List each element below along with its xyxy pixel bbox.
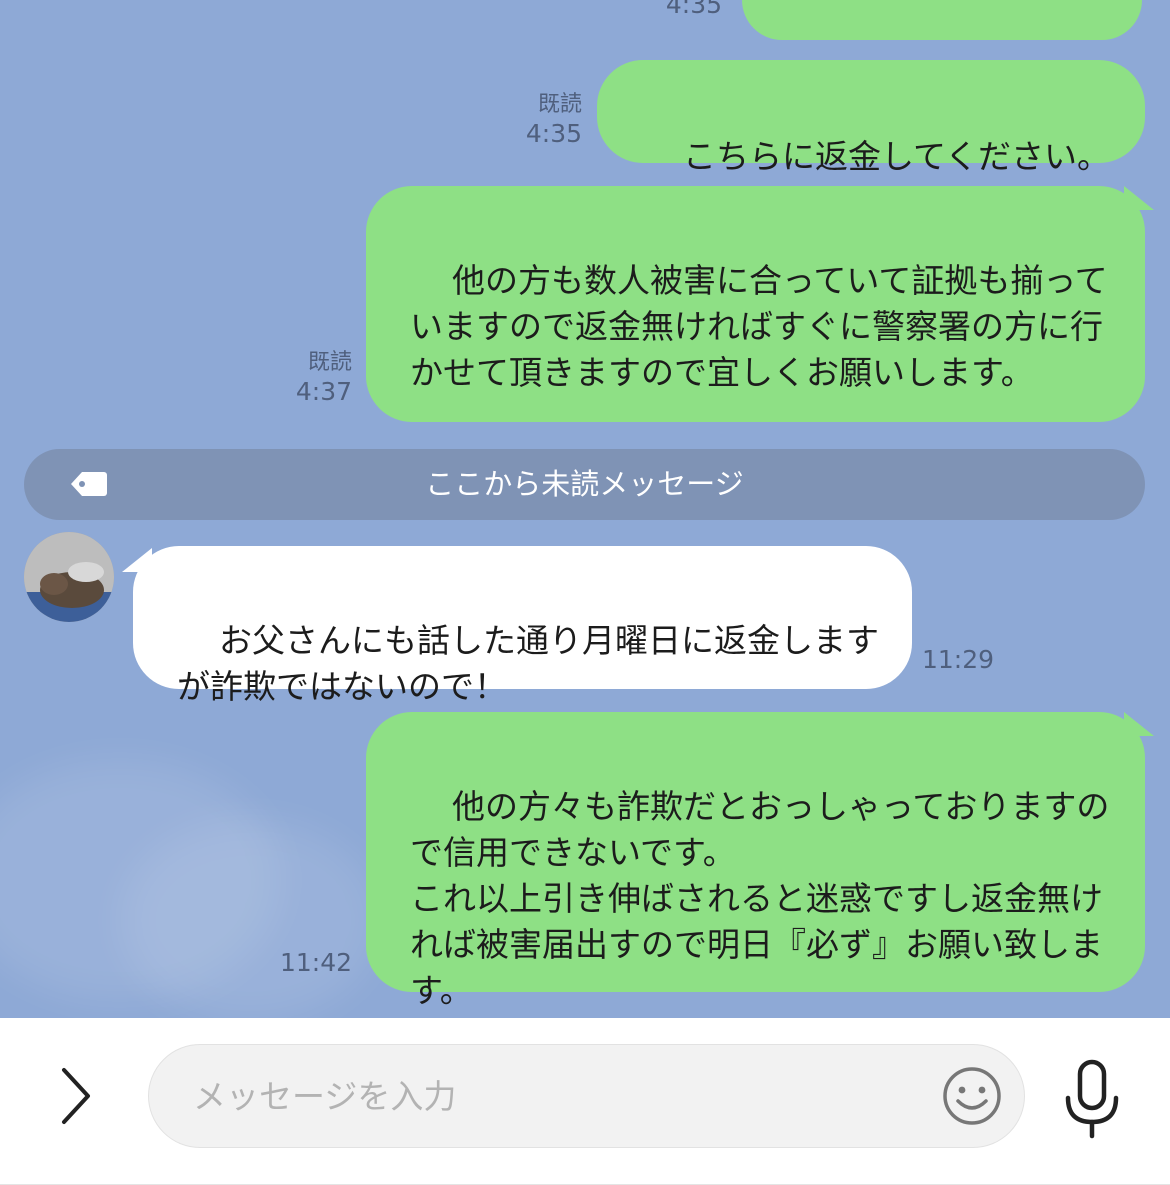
message-meta: 11:29 <box>922 645 995 674</box>
unread-divider: ここから未読メッセージ <box>24 449 1145 520</box>
message-time: 4:37 <box>295 377 352 406</box>
message-text: お父さんにも話した通り月曜日に返金しますが詐欺ではないので！ <box>177 621 879 706</box>
message-time: 4:35 <box>665 0 722 19</box>
message-meta: 既読 4:37 <box>270 348 352 406</box>
message-meta: 既読 4:35 <box>500 90 582 148</box>
read-receipt: 既読 <box>307 350 352 375</box>
background-cloud <box>120 820 380 1018</box>
message-bubble-outgoing[interactable]: 他の方も数人被害に合っていて証拠も揃っていますので返金無ければすぐに警察署の方に… <box>366 186 1145 422</box>
message-meta: 11:42 <box>270 948 352 977</box>
bubble-tail <box>1124 712 1154 736</box>
bubble-tail <box>1124 186 1154 210</box>
message-time: 11:42 <box>279 948 352 977</box>
message-bubble-partial[interactable] <box>742 0 1142 40</box>
message-time: 4:35 <box>525 119 582 148</box>
avatar-photo <box>24 532 114 622</box>
read-receipt: 既読 <box>537 92 582 117</box>
microphone-icon[interactable] <box>1062 1056 1122 1142</box>
message-bubble-incoming[interactable]: お父さんにも話した通り月曜日に返金しますが詐欺ではないので！ <box>133 546 912 706</box>
emoji-icon[interactable] <box>941 1065 1003 1127</box>
chevron-right-icon[interactable] <box>56 1066 96 1126</box>
avatar[interactable] <box>24 532 114 622</box>
chat-area[interactable]: 4:35 既読 4:35 こちらに返金してください。 既読 4:37 他の方も数… <box>0 0 1170 1018</box>
message-text: 他の方々も詐欺だとおっしゃっておりますので信用できないです。 これ以上引き伸ばさ… <box>410 787 1110 1010</box>
message-bubble-outgoing[interactable]: こちらに返金してください。 <box>597 60 1145 176</box>
message-input-bar: メッセージを入力 <box>0 1018 1170 1185</box>
message-meta-partial: 4:35 <box>650 0 722 19</box>
unread-divider-label: ここから未読メッセージ <box>425 467 744 501</box>
message-input-placeholder: メッセージを入力 <box>193 1077 457 1116</box>
message-bubble-outgoing[interactable]: 他の方々も詐欺だとおっしゃっておりますので信用できないです。 これ以上引き伸ばさ… <box>366 712 1145 1010</box>
message-input[interactable]: メッセージを入力 <box>148 1044 1025 1148</box>
message-text: こちらに返金してください。 <box>682 137 1110 176</box>
message-text: 他の方も数人被害に合っていて証拠も揃っていますので返金無ければすぐに警察署の方に… <box>410 261 1108 392</box>
message-time: 11:29 <box>922 645 995 674</box>
